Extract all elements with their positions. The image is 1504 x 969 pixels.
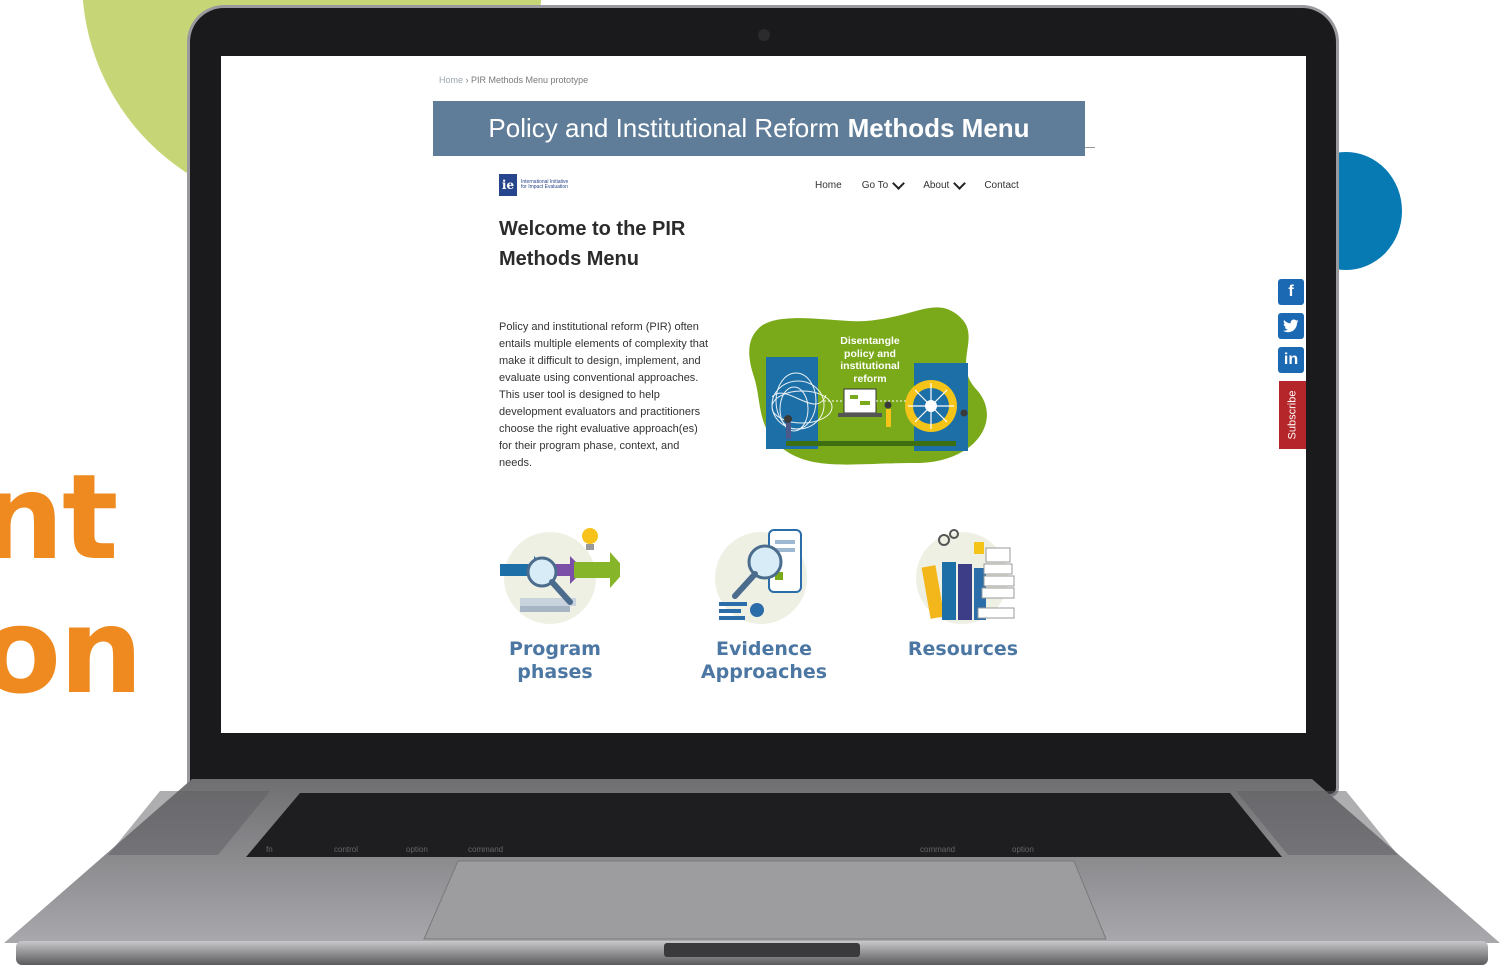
nav-about-label: About xyxy=(923,180,950,191)
hero-graphic xyxy=(749,307,987,465)
chevron-down-icon xyxy=(892,177,906,190)
program-phases-illustration xyxy=(490,522,626,632)
keyboard-fn-key: fn xyxy=(266,845,273,854)
banner-divider xyxy=(1085,147,1095,148)
resources-label: Resources xyxy=(907,638,1019,660)
nav-goto-label: Go To xyxy=(861,180,889,191)
keyboard-option-key: option xyxy=(406,845,428,854)
keyboard-command-right-key: command xyxy=(920,845,956,854)
laptop-screen: Home › PIR Methods Menu prototype Policy… xyxy=(221,56,1306,733)
page-title-regular: Policy and Institutional Reform xyxy=(488,113,840,143)
nav-contact-label: Contact xyxy=(984,180,1019,191)
breadcrumb-separator: › xyxy=(463,75,472,85)
subscribe-button[interactable]: Subscribe xyxy=(1279,381,1306,449)
chevron-down-icon xyxy=(953,177,967,190)
logo-mark: ie xyxy=(499,174,517,196)
keyboard-command-key: command xyxy=(468,845,504,854)
resources-card[interactable]: Resources xyxy=(897,522,1029,661)
resources-illustration xyxy=(898,522,1028,632)
nav-about-dropdown[interactable]: About xyxy=(923,177,967,191)
breadcrumb: Home › PIR Methods Menu prototype xyxy=(439,75,588,85)
laptop-base: fn control option command command option xyxy=(0,775,1504,969)
evidence-approaches-label: Evidence Approaches xyxy=(700,638,828,683)
intro-paragraph: Policy and institutional reform (PIR) of… xyxy=(499,321,709,469)
nav-contact[interactable]: Contact xyxy=(984,180,1018,191)
page-title-banner: Policy and Institutional Reform Methods … xyxy=(433,101,1085,156)
page-title-bold: Methods Menu xyxy=(847,113,1030,143)
breadcrumb-home-link[interactable]: Home xyxy=(439,75,463,85)
background-headline-line-1: nt xyxy=(0,448,118,586)
program-phases-label: Program phases xyxy=(509,638,601,683)
site-logo[interactable]: ie International Initiative for Impact E… xyxy=(499,174,569,196)
linkedin-share-button[interactable]: in xyxy=(1278,347,1304,373)
subscribe-label: Subscribe xyxy=(1286,390,1299,440)
main-nav: Home Go To About Contact xyxy=(815,177,1019,191)
hero-caption: Disentangle policy and institutional ref… xyxy=(840,335,900,385)
social-share-bar: f in xyxy=(1278,279,1306,381)
logo-text: International Initiative for Impact Eval… xyxy=(521,178,569,190)
nav-home[interactable]: Home xyxy=(815,180,842,191)
breadcrumb-current: PIR Methods Menu prototype xyxy=(471,75,589,85)
program-phases-card[interactable]: Program phases xyxy=(483,522,627,684)
evidence-approaches-illustration xyxy=(699,522,829,632)
linkedin-icon: in xyxy=(1283,351,1299,368)
keyboard-option-right-key: option xyxy=(1012,845,1034,854)
hero-illustration: Disentangle policy and institutional ref… xyxy=(746,301,996,469)
evidence-approaches-card[interactable]: Evidence Approaches xyxy=(693,522,835,684)
facebook-icon: f xyxy=(1288,283,1294,300)
nav-home-label: Home xyxy=(815,180,842,191)
twitter-icon xyxy=(1283,319,1299,333)
facebook-share-button[interactable]: f xyxy=(1278,279,1304,305)
welcome-heading: Welcome to the PIR Methods Menu xyxy=(499,218,686,270)
background-headline-line-2: on xyxy=(0,582,143,720)
keyboard-control-key: control xyxy=(334,845,359,854)
nav-goto-dropdown[interactable]: Go To xyxy=(861,177,906,191)
laptop-camera xyxy=(758,29,770,41)
twitter-share-button[interactable] xyxy=(1278,313,1304,339)
